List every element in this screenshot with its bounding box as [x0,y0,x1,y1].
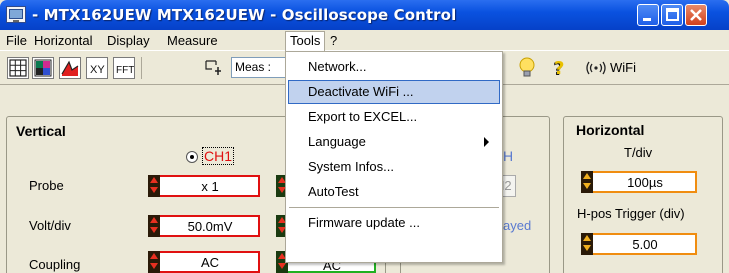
coupling-spinner[interactable] [148,251,160,273]
ch-fragment-h: H [503,148,514,164]
minimize-icon [643,18,651,21]
help-button[interactable]: ? ? [549,56,571,80]
bulb-button[interactable] [516,56,538,80]
coupling-label: Coupling [29,257,81,272]
menu-separator [289,207,499,208]
menu-item-firmware-update[interactable]: Firmware update ... [288,211,500,235]
voltdiv-spinner[interactable] [148,215,160,237]
toolbar-separator [141,57,142,79]
menu-measure[interactable]: Measure [163,33,222,50]
close-button[interactable] [685,4,707,26]
menu-display[interactable]: Display [103,33,154,50]
app-icon [6,6,26,23]
tdiv-spinner[interactable] [581,171,593,193]
menu-item-network[interactable]: Network... [288,55,500,79]
menu-horizontal[interactable]: Horizontal [30,33,97,50]
voltdiv-value: 50.0mV [187,219,233,234]
color-button[interactable] [32,57,54,79]
waveform-button[interactable] [59,57,81,79]
hpos-spinner[interactable] [581,233,593,255]
grid-icon [9,59,27,77]
window-title: - MTX162UEW MTX162UEW - Oscilloscope Con… [32,6,457,24]
wifi-button[interactable] [586,59,606,77]
fft-icon: FFT [116,65,134,76]
ch1-radio[interactable] [186,151,198,163]
menu-item-deactivate-wifi[interactable]: Deactivate WiFi ... [288,80,500,104]
voltdiv-field[interactable]: 50.0mV [148,215,260,237]
color-palette-icon [34,59,52,77]
svg-text:XY: XY [90,64,105,76]
probe-label: Probe [29,178,64,193]
xy-icon: XY [90,64,105,76]
svg-text:?: ? [554,58,564,79]
ch1-label[interactable]: CH1 [202,147,235,165]
cursor-button[interactable] [203,57,227,79]
grid-button[interactable] [7,57,29,79]
probe-field[interactable]: x 1 [148,175,260,197]
minimize-button[interactable] [637,4,659,26]
probe-value: x 1 [201,179,219,194]
menu-item-language-label: Language [308,134,366,149]
xy-button[interactable]: XY [86,57,108,79]
menu-item-language[interactable]: Language [288,130,500,154]
maximize-icon [666,8,679,21]
coupling-value: AC [200,255,220,270]
vertical-title: Vertical [16,123,66,139]
submenu-arrow-icon [484,137,489,147]
title-bar[interactable]: - MTX162UEW MTX162UEW - Oscilloscope Con… [0,0,729,30]
cursor-icon [205,60,221,75]
status-fragment: ayed [503,218,532,233]
probe-spinner[interactable] [148,175,160,197]
menu-file[interactable]: File [2,33,31,50]
hpos-label: H-pos Trigger (div) [577,206,685,221]
menu-item-system-infos[interactable]: System Infos... [288,155,500,179]
oscilloscope-window: - MTX162UEW MTX162UEW - Oscilloscope Con… [0,0,729,273]
fft-button[interactable]: FFT [113,57,135,79]
menu-tools[interactable]: Tools [285,31,326,51]
tdiv-value: 100µs [627,175,663,190]
wifi-label[interactable]: WiFi [610,60,636,75]
tools-dropdown: Network... Deactivate WiFi ... Export to… [285,51,503,263]
wifi-icon [586,61,606,75]
tdiv-label: T/div [624,145,653,160]
svg-text:FFT: FFT [116,65,134,76]
voltdiv-label: Volt/div [29,218,71,233]
close-icon [690,9,702,21]
coupling-field[interactable]: AC [148,251,260,273]
tdiv-field[interactable]: 100µs [581,171,697,193]
menu-item-export-excel[interactable]: Export to EXCEL... [288,105,500,129]
hpos-field[interactable]: 5.00 [581,233,697,255]
menu-help[interactable]: ? [326,33,341,50]
bulb-icon [519,57,535,77]
menu-bar: File Horizontal Display Measure Tools ? [0,30,729,51]
help-icon: ? ? [553,58,564,80]
maximize-button[interactable] [661,4,683,26]
menu-item-autotest[interactable]: AutoTest [288,180,500,204]
horizontal-title: Horizontal [576,122,645,138]
waveform-icon [61,60,79,76]
meas-select[interactable]: Meas : [231,57,287,78]
hpos-value: 5.00 [632,237,658,252]
